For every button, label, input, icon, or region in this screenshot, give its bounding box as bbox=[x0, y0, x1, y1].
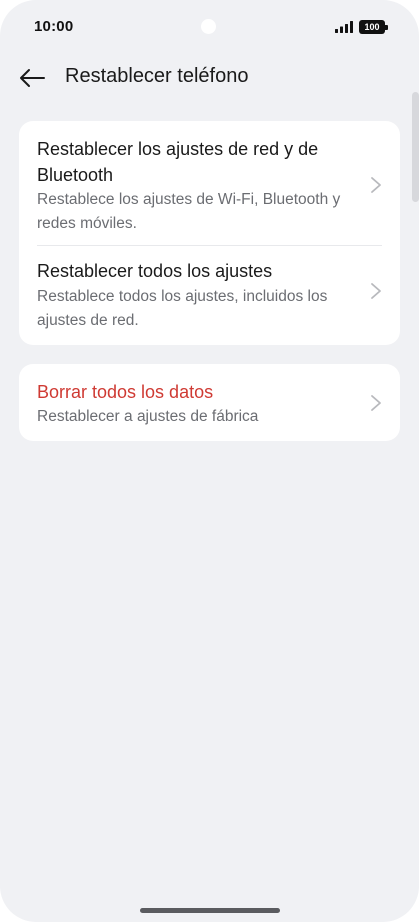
reset-all-settings-subtitle: Restablece todos los ajustes, incluidos … bbox=[37, 288, 328, 329]
reset-options-card: Restablecer los ajustes de red y de Blue… bbox=[19, 121, 400, 345]
erase-all-data-subtitle: Restablecer a ajustes de fábrica bbox=[37, 408, 259, 425]
battery-icon: 100 bbox=[359, 20, 388, 34]
battery-level: 100 bbox=[364, 21, 380, 32]
chevron-right-icon bbox=[371, 283, 381, 299]
erase-data-card: Borrar todos los datos Restablecer a aju… bbox=[19, 364, 400, 441]
reset-all-settings-title: Restablecer todos los ajustes bbox=[37, 261, 273, 281]
gesture-navigation-bar[interactable] bbox=[140, 908, 280, 913]
app-header: Restablecer teléfono bbox=[0, 56, 419, 100]
chevron-right-icon bbox=[371, 395, 381, 411]
chevron-right-icon bbox=[371, 177, 381, 193]
phone-screen: 10:00 100 Restablecer teléfono Restablec… bbox=[0, 0, 419, 922]
erase-all-data-item[interactable]: Borrar todos los datos Restablecer a aju… bbox=[19, 364, 400, 441]
camera-cutout bbox=[201, 19, 216, 34]
reset-network-settings-item[interactable]: Restablecer los ajustes de red y de Blue… bbox=[19, 121, 400, 245]
status-time: 10:00 bbox=[34, 18, 74, 35]
reset-network-settings-subtitle: Restablece los ajustes de Wi-Fi, Bluetoo… bbox=[37, 191, 341, 232]
signal-icon bbox=[335, 21, 353, 33]
reset-network-settings-title: Restablecer los ajustes de red y de Blue… bbox=[37, 139, 319, 185]
status-bar: 10:00 100 bbox=[0, 0, 419, 54]
page-title: Restablecer teléfono bbox=[65, 65, 249, 87]
reset-all-settings-item[interactable]: Restablecer todos los ajustes Restablece… bbox=[19, 246, 400, 345]
battery-tip bbox=[385, 24, 388, 30]
scroll-indicator[interactable] bbox=[412, 92, 419, 202]
back-button[interactable] bbox=[14, 62, 50, 94]
arrow-left-icon bbox=[20, 69, 45, 87]
erase-all-data-title: Borrar todos los datos bbox=[37, 382, 214, 402]
